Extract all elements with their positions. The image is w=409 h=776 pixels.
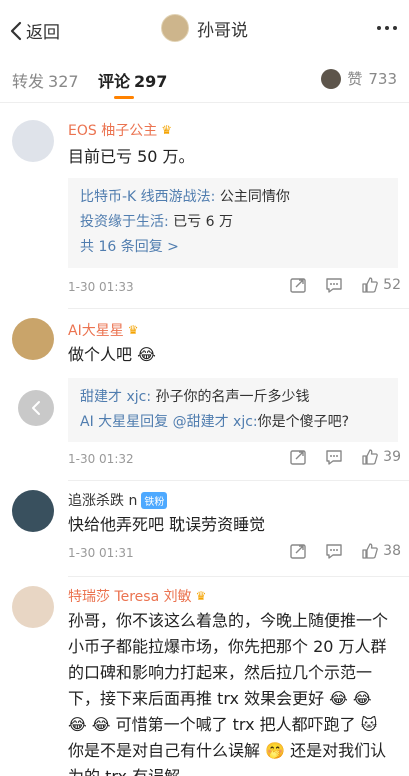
reply-user[interactable]: 甜建才 xjc: [80,389,151,405]
reply-text: 你是个傻子吧? [257,414,350,430]
commenter-name-text: 特瑞莎 Teresa 刘敏 [68,589,192,605]
commenter-name[interactable]: AI大星星 ♛ [68,320,138,340]
author-avatar [161,14,189,42]
crown-icon: ♛ [195,589,207,603]
floating-back-button[interactable] [18,390,54,426]
reply-line: 比特币-K 线西游战法: 公主同情你 [80,185,386,210]
commenter-name-text: AI大星星 [68,323,124,339]
comment-time: 1-30 01:31 [68,546,134,560]
like-count: 38 [383,543,401,559]
comment-icon[interactable] [325,542,343,560]
tab-bar: 转发 327 评论 297 赞 733 [0,58,409,103]
comment-actions: 38 [289,542,401,560]
reply-box[interactable]: 甜建才 xjc: 孙子你的名声一斤多少钱 AI 大星星回复 @甜建才 xjc:你… [68,378,398,442]
divider [68,576,409,577]
tab-reposts[interactable]: 转发 327 [12,68,79,92]
comment-text: 做个人吧 😂 [68,345,156,364]
top-bar: 返回 孙哥说 [0,0,409,58]
reply-user[interactable]: AI 大星星回复 @甜建才 xjc: [80,414,258,430]
reply-box[interactable]: 比特币-K 线西游战法: 公主同情你 投资缘于生活: 已亏 6 万 共 16 条… [68,178,398,268]
tab-likes-label: 赞 [347,70,363,88]
active-tab-indicator [114,96,134,99]
divider [68,480,409,481]
crown-icon: ♛ [127,323,139,337]
comment-text: 快给他弄死吧 耽误劳资睡觉 [68,515,266,534]
crown-icon: ♛ [161,123,172,137]
comment-icon[interactable] [325,276,343,294]
avatar[interactable] [12,120,54,162]
thumbs-up-icon [362,277,379,293]
share-icon[interactable] [289,542,307,560]
fan-badge: 铁粉 [141,491,168,509]
reply-line: 甜建才 xjc: 孙子你的名声一斤多少钱 [80,385,386,410]
like-button[interactable]: 39 [361,448,401,466]
tab-comments[interactable]: 评论 297 [98,68,167,92]
more-replies-link[interactable]: 共 16 条回复 > [80,235,386,260]
commenter-name[interactable]: 特瑞莎 Teresa 刘敏 ♛ [68,586,206,606]
tab-comments-count: 297 [134,72,168,91]
like-button[interactable]: 38 [361,542,401,560]
liker-avatar [321,68,342,89]
title-text: 孙哥说 [197,20,248,41]
reply-text: 公主同情你 [215,189,290,205]
tab-reposts-count: 327 [48,72,79,91]
tab-likes-count: 733 [368,69,397,88]
commenter-name-text: 追涨杀跌 n [68,493,138,509]
avatar[interactable] [12,586,54,628]
comment-actions: 39 [289,448,401,466]
comment-time: 1-30 01:32 [68,452,134,466]
avatar[interactable] [12,490,54,532]
avatar[interactable] [12,318,54,360]
page-title: 孙哥说 [0,14,409,42]
comment-time: 1-30 01:33 [68,280,134,294]
commenter-name[interactable]: EOS 柚子公主 ♛ [68,120,172,140]
comment-text: 孙哥，你不该这么着急的，今晚上随便推一个小币子都能拉爆市场，你先把那个 20 万… [68,611,389,776]
like-count: 52 [383,277,401,293]
reply-line: AI 大星星回复 @甜建才 xjc:你是个傻子吧? [80,410,386,435]
like-count: 39 [383,449,401,465]
comment-icon[interactable] [325,448,343,466]
share-icon[interactable] [289,448,307,466]
reply-user[interactable]: 比特币-K 线西游战法: [80,189,215,205]
commenter-name-text: EOS 柚子公主 [68,123,158,139]
chevron-left-icon [32,401,40,415]
comment-actions: 52 [289,276,401,294]
tab-reposts-label: 转发 [12,72,45,91]
thumbs-up-icon [362,449,379,465]
reply-text: 已亏 6 万 [168,214,233,230]
tab-likes[interactable]: 赞 733 [321,68,397,89]
divider [68,308,409,309]
reply-text: 孙子你的名声一斤多少钱 [151,389,310,405]
commenter-name[interactable]: 追涨杀跌 n 铁粉 [68,490,168,510]
more-options-icon[interactable] [377,26,397,30]
reply-user[interactable]: 投资缘于生活: [80,214,169,230]
like-button[interactable]: 52 [361,276,401,294]
share-icon[interactable] [289,276,307,294]
thumbs-up-icon [362,543,379,559]
tab-comments-label: 评论 [98,72,131,91]
comment-text: 目前已亏 50 万。 [68,147,195,166]
reply-line: 投资缘于生活: 已亏 6 万 [80,210,386,235]
